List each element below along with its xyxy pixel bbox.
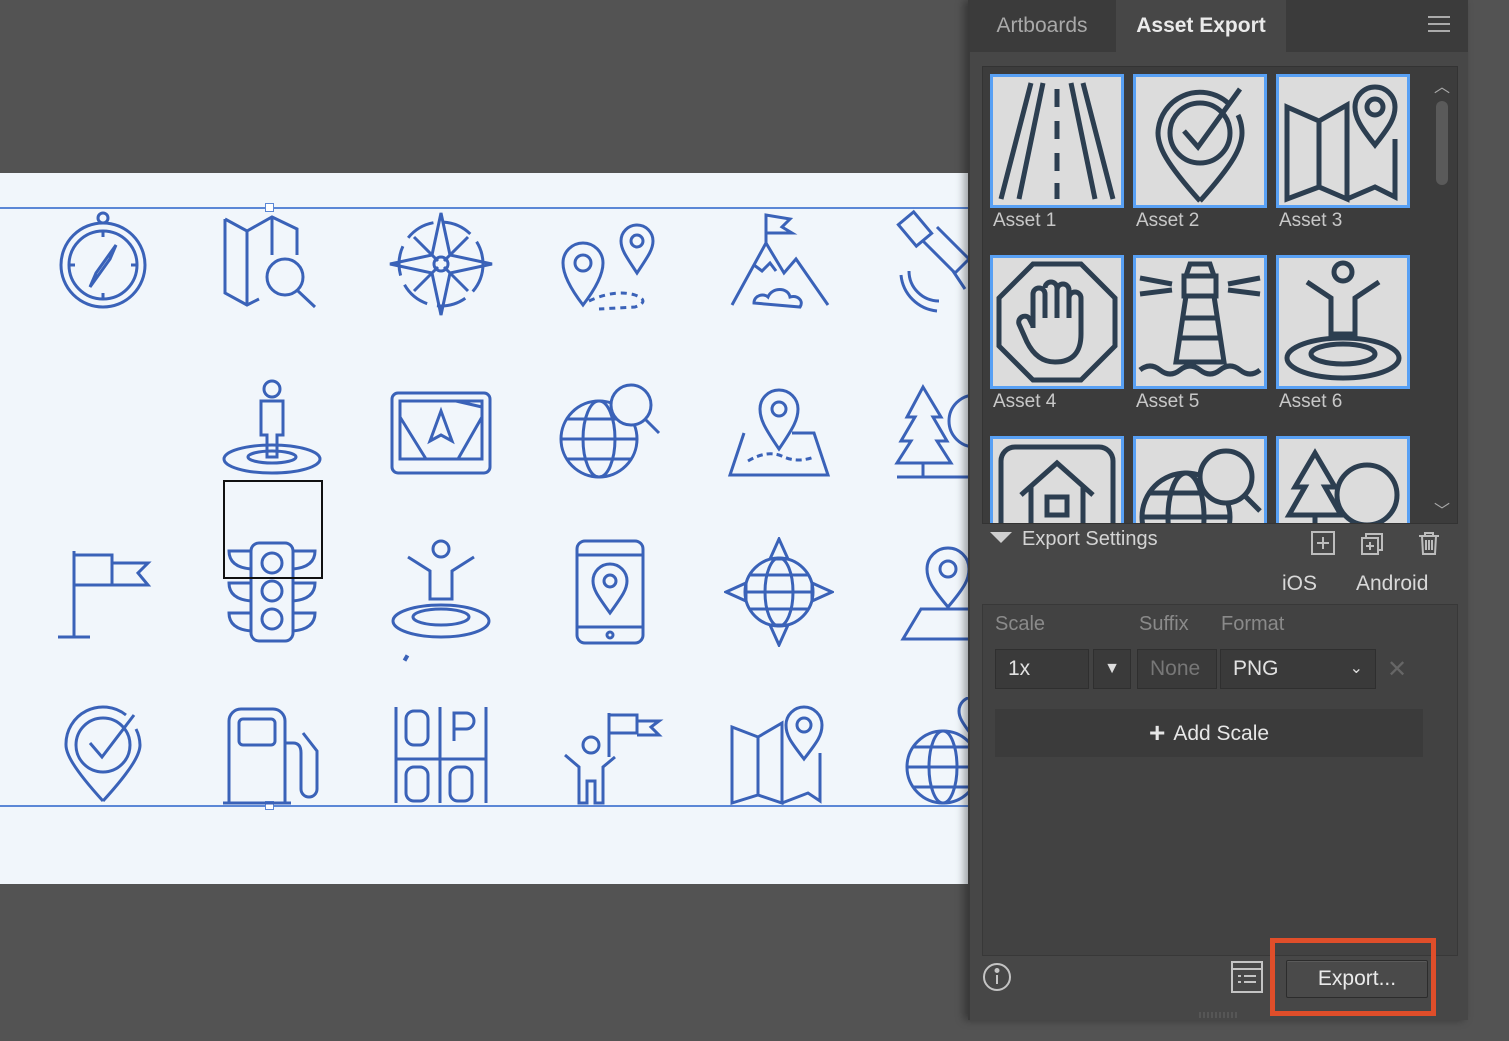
tablet-navigation-icon[interactable] (386, 377, 496, 487)
mountain-flag-icon[interactable] (724, 209, 834, 319)
suffix-input[interactable]: None (1137, 649, 1217, 689)
hamburger-menu-icon[interactable] (1428, 16, 1450, 34)
asset-thumbnail-grid[interactable]: Asset 1 Asset 2 Asset 3 Asset 4 Asset 5 (982, 66, 1458, 524)
person-on-pin-icon[interactable] (386, 537, 496, 647)
globe-search-icon[interactable] (1133, 436, 1267, 523)
location-check-icon[interactable] (48, 697, 158, 807)
stop-hand-icon[interactable] (990, 255, 1124, 389)
home-icon[interactable] (990, 436, 1124, 523)
parking-icon[interactable] (386, 697, 496, 807)
asset-item[interactable]: Asset 4 (990, 255, 1124, 413)
scale-input[interactable]: 1x (995, 649, 1089, 689)
lighthouse-icon[interactable] (1133, 255, 1267, 389)
asset-label[interactable]: Asset 1 (990, 210, 1124, 232)
location-check-icon[interactable] (1133, 74, 1267, 208)
asset-item[interactable]: Asset 5 (1133, 255, 1267, 413)
chevron-down-icon[interactable]: ﹀ (1434, 497, 1450, 521)
globe-compass-icon[interactable] (724, 537, 834, 647)
globe-search-icon[interactable] (555, 377, 665, 487)
route-pins-icon[interactable] (555, 209, 665, 319)
satellite-icon[interactable] (893, 209, 968, 319)
scrollbar-thumb[interactable] (1436, 101, 1448, 185)
add-scale-button[interactable]: + Add Scale (995, 709, 1423, 757)
chevron-up-icon[interactable]: ︿ (1434, 73, 1450, 97)
map-search-icon[interactable] (217, 209, 327, 319)
explorer-flag-icon[interactable] (555, 697, 665, 807)
panel-tabs: Artboards Asset Export (970, 0, 1468, 52)
asset-label[interactable]: Asset 6 (1276, 391, 1410, 413)
person-on-pin-icon[interactable] (217, 377, 327, 487)
asset-grid-scrollbar[interactable]: ︿ ﹀ (1431, 73, 1451, 520)
asset-item[interactable]: Asset 2 (1133, 74, 1267, 232)
scale-column-label: Scale (995, 613, 1046, 635)
asset-export-panel: Artboards Asset Export Asset 1 Asset 2 A… (968, 0, 1468, 1020)
map-pin-icon[interactable] (724, 697, 834, 807)
asset-item[interactable]: Asset 6 (1276, 255, 1410, 413)
asset-label[interactable]: Asset 2 (1133, 210, 1267, 232)
info-icon[interactable] (982, 962, 1012, 992)
document-canvas[interactable] (0, 0, 968, 1041)
mobile-location-icon[interactable] (555, 537, 665, 647)
asset-item[interactable] (1276, 436, 1410, 523)
scale-dropdown-button[interactable]: ▼ (1093, 649, 1131, 689)
road-icon[interactable] (990, 74, 1124, 208)
add-asset-icon[interactable] (1310, 530, 1336, 556)
flag-icon[interactable] (48, 537, 158, 647)
asset-label[interactable]: Asset 5 (1133, 391, 1267, 413)
artboard[interactable] (0, 173, 968, 884)
export-button-highlight (1270, 938, 1436, 1016)
asset-item[interactable]: Asset 3 (1276, 74, 1410, 232)
compass-rose-icon[interactable] (386, 209, 496, 319)
marquee-selection (223, 480, 323, 579)
duplicate-asset-icon[interactable] (1360, 530, 1386, 556)
compass-icon[interactable] (48, 209, 158, 319)
tab-asset-export[interactable]: Asset Export (1116, 0, 1286, 52)
gas-station-icon[interactable] (217, 697, 327, 807)
chevron-down-icon: ⌄ (1349, 660, 1363, 677)
stray-path (402, 654, 410, 662)
resize-grip-icon[interactable] (1198, 1006, 1238, 1018)
platform-android[interactable]: Android (1356, 572, 1428, 596)
format-column-label: Format (1221, 613, 1285, 635)
export-settings-header[interactable]: Export Settings (990, 528, 1158, 551)
format-value: PNG (1233, 657, 1279, 680)
add-scale-label: Add Scale (1173, 722, 1270, 745)
asset-item[interactable] (1133, 436, 1267, 523)
export-settings-box: Scale Suffix Format 1x ▼ None PNG ⌄ ✕ + A… (982, 604, 1458, 956)
person-on-pin-icon[interactable] (1276, 255, 1410, 389)
plus-icon: + (1148, 717, 1166, 748)
trees-icon[interactable] (1276, 436, 1410, 523)
person-location-icon[interactable] (893, 537, 968, 647)
globe-pin-icon[interactable] (893, 697, 968, 807)
platform-ios[interactable]: iOS (1282, 572, 1317, 596)
map-route-pin-icon[interactable] (724, 377, 834, 487)
asset-label[interactable]: Asset 3 (1276, 210, 1410, 232)
remove-scale-icon[interactable]: ✕ (1387, 655, 1407, 684)
export-list-icon[interactable] (1230, 960, 1264, 994)
map-pin-icon[interactable] (1276, 74, 1410, 208)
asset-item[interactable] (990, 436, 1124, 523)
asset-label[interactable]: Asset 4 (990, 391, 1124, 413)
format-select[interactable]: PNG ⌄ (1220, 649, 1376, 689)
trash-icon[interactable] (1416, 530, 1442, 556)
tab-artboards[interactable]: Artboards (970, 0, 1114, 52)
trees-icon[interactable] (893, 377, 968, 487)
export-settings-title: Export Settings (1022, 528, 1158, 550)
suffix-column-label: Suffix (1139, 613, 1189, 635)
asset-item[interactable]: Asset 1 (990, 74, 1124, 232)
disclosure-triangle-icon[interactable] (990, 532, 1012, 544)
